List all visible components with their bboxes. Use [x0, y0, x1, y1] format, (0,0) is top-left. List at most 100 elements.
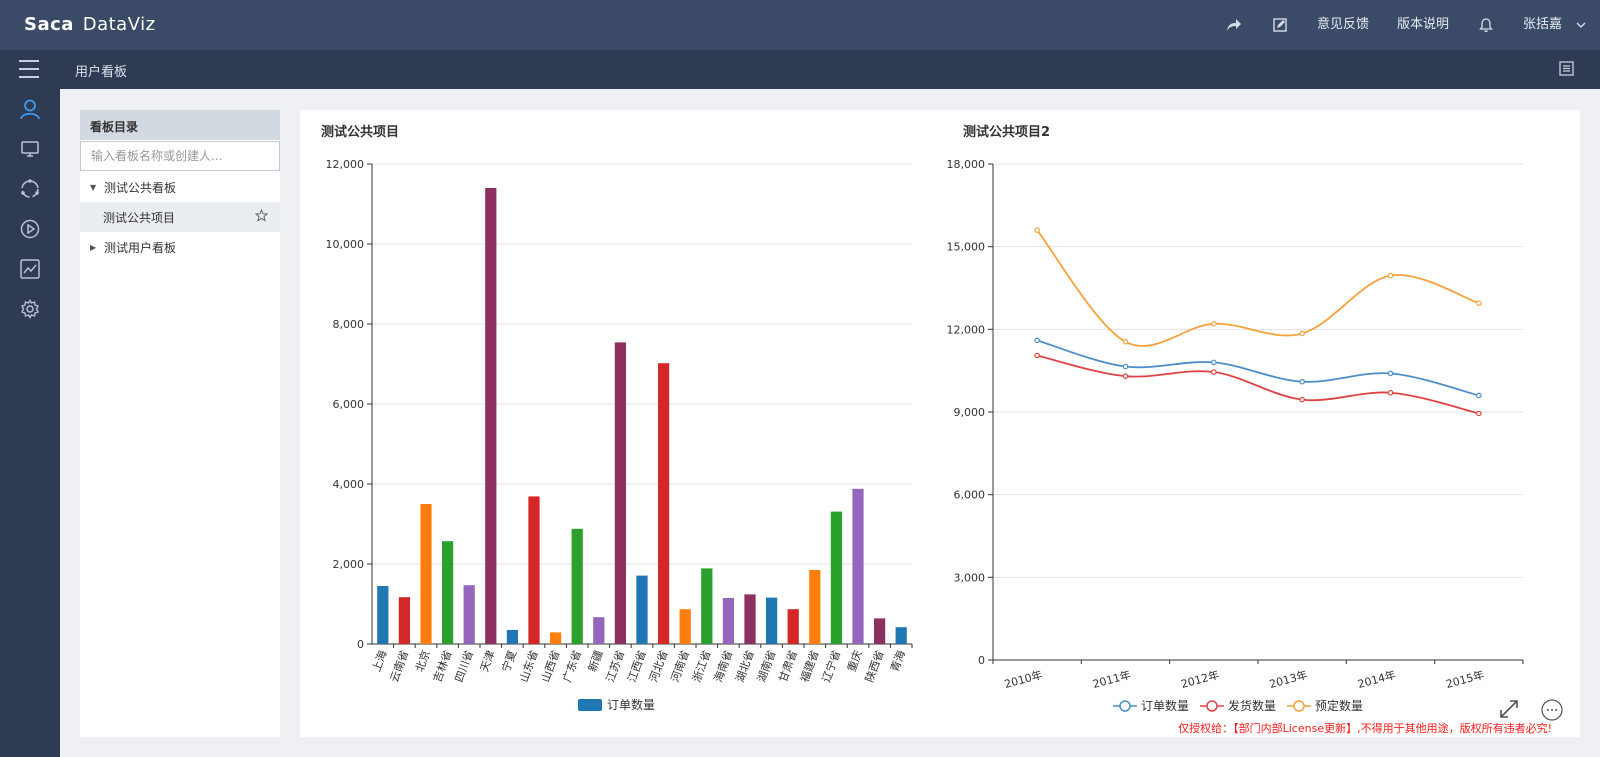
data-point	[1034, 352, 1040, 359]
nav-monitor-icon[interactable]	[0, 129, 60, 169]
tree-folder-label: 测试用户看板	[104, 240, 177, 255]
x-tick-label: 2012年	[1179, 667, 1220, 691]
y-tick-label: 15,000	[947, 241, 986, 254]
share-icon[interactable]	[1211, 0, 1257, 50]
x-tick-label: 广东省	[561, 649, 585, 684]
y-tick-label: 2,000	[333, 558, 365, 571]
bar	[657, 363, 670, 644]
y-tick-label: 9,000	[954, 406, 986, 419]
x-tick-label: 福建省	[797, 648, 821, 684]
bar-chart: 0 2,000 4,000 6,000 8,000 10,000 12,000 上海云南省 北京…	[326, 158, 913, 712]
x-tick-label: 2013年	[1268, 667, 1309, 691]
dashboard-directory-panel: 看板目录 ▼ 测试公共看板 测试公共项目 ▶ 测试用户看板	[80, 110, 280, 737]
feedback-link[interactable]: 意见反馈	[1303, 0, 1383, 50]
tree-folder-label: 测试公共看板	[104, 180, 177, 195]
bar	[765, 597, 778, 644]
x-tick-label: 海南省	[711, 648, 735, 684]
bar	[377, 586, 389, 644]
nav-play-icon[interactable]	[0, 209, 60, 249]
x-tick-label: 北京	[412, 648, 433, 673]
y-tick-label: 6,000	[954, 489, 986, 502]
x-tick-label: 2014年	[1356, 667, 1397, 691]
data-point	[1211, 369, 1217, 375]
data-point	[1122, 363, 1129, 370]
x-tick-label: 上海	[369, 648, 390, 673]
x-tick-label: 宁夏	[499, 648, 520, 673]
bar	[593, 617, 605, 644]
data-point	[1299, 378, 1305, 385]
series-line	[1036, 339, 1480, 397]
top-actions: 意见反馈 版本说明 张括嘉	[1211, 0, 1586, 50]
x-tick-label: 重庆	[844, 648, 865, 673]
dashboard-search-input[interactable]	[80, 141, 280, 171]
bar	[420, 504, 432, 644]
release-notes-link[interactable]: 版本说明	[1383, 0, 1463, 50]
hamburger-icon[interactable]	[19, 60, 39, 79]
bar	[852, 488, 864, 644]
x-tick-label: 河南省	[669, 649, 693, 684]
bell-icon[interactable]	[1463, 0, 1509, 50]
top-bar: Saca DataViz 意见反馈 版本说明 张括嘉	[0, 0, 1600, 50]
panel-title: 看板目录	[80, 110, 280, 140]
y-tick-label: 12,000	[947, 323, 986, 336]
caret-down-icon: ▼	[90, 182, 97, 192]
logo-brand: Sa	[24, 14, 51, 35]
legend-swatch	[578, 699, 602, 711]
bar	[463, 585, 475, 644]
left-nav	[0, 89, 60, 757]
legend-label: 预定数量	[1315, 698, 1363, 713]
x-tick-label: 2011年	[1091, 667, 1132, 691]
x-tick-label: 辽宁省	[819, 648, 843, 684]
bar	[701, 568, 713, 644]
chevron-down-icon[interactable]	[1576, 21, 1586, 29]
breadcrumb: 用户看板	[75, 65, 128, 80]
data-point	[1122, 373, 1129, 379]
app-logo[interactable]: Saca DataViz	[24, 14, 156, 35]
nav-circle-icon[interactable]	[0, 169, 60, 209]
data-point	[1122, 338, 1129, 345]
list-icon[interactable]	[1559, 61, 1574, 80]
line-chart: 0 3,000 6,000 9,000 12,000 15,000 18,000 2010年 2…	[947, 158, 1524, 713]
bar	[441, 541, 454, 644]
x-tick-label: 湖北省	[733, 649, 757, 684]
data-point	[1034, 227, 1040, 233]
nav-user-icon[interactable]	[0, 89, 60, 129]
x-tick-label: 甘肃省	[777, 649, 801, 684]
data-point	[1476, 392, 1482, 399]
bar	[398, 597, 411, 644]
caret-right-icon: ▶	[90, 242, 97, 252]
tree-folder-public[interactable]: ▼ 测试公共看板	[80, 172, 280, 202]
y-tick-label: 4,000	[333, 478, 365, 491]
x-tick-label: 湖南省	[755, 649, 779, 684]
data-point	[1476, 300, 1482, 306]
bar	[549, 632, 562, 644]
bar	[744, 594, 756, 644]
nav-gear-icon[interactable]	[0, 289, 60, 329]
legend-marker	[1293, 700, 1305, 712]
bar	[895, 627, 907, 644]
y-tick-label: 0	[357, 638, 364, 651]
nav-chart-icon[interactable]	[0, 249, 60, 289]
data-point	[1387, 272, 1394, 279]
data-point	[1299, 396, 1305, 403]
legend-marker	[1206, 700, 1218, 712]
data-point	[1034, 337, 1040, 344]
tree-folder-user[interactable]: ▶ 测试用户看板	[80, 232, 280, 262]
user-menu[interactable]: 张括嘉	[1509, 0, 1576, 50]
y-tick-label: 3,000	[954, 571, 986, 584]
legend-marker	[1119, 700, 1131, 712]
series-line	[1036, 354, 1480, 415]
bar	[528, 496, 540, 644]
star-icon[interactable]	[254, 208, 269, 225]
y-tick-label: 12,000	[326, 158, 365, 171]
legend-label: 发货数量	[1228, 698, 1276, 713]
tree-item-label: 测试公共项目	[103, 210, 176, 225]
x-tick-label: 云南省	[388, 649, 412, 684]
y-tick-label: 6,000	[333, 398, 365, 411]
tree-item-public-project[interactable]: 测试公共项目	[80, 202, 280, 232]
y-tick-label: 10,000	[326, 238, 365, 251]
x-tick-label: 新疆	[585, 648, 606, 673]
bar	[830, 511, 843, 644]
edit-icon[interactable]	[1257, 0, 1303, 50]
bar	[506, 630, 519, 644]
